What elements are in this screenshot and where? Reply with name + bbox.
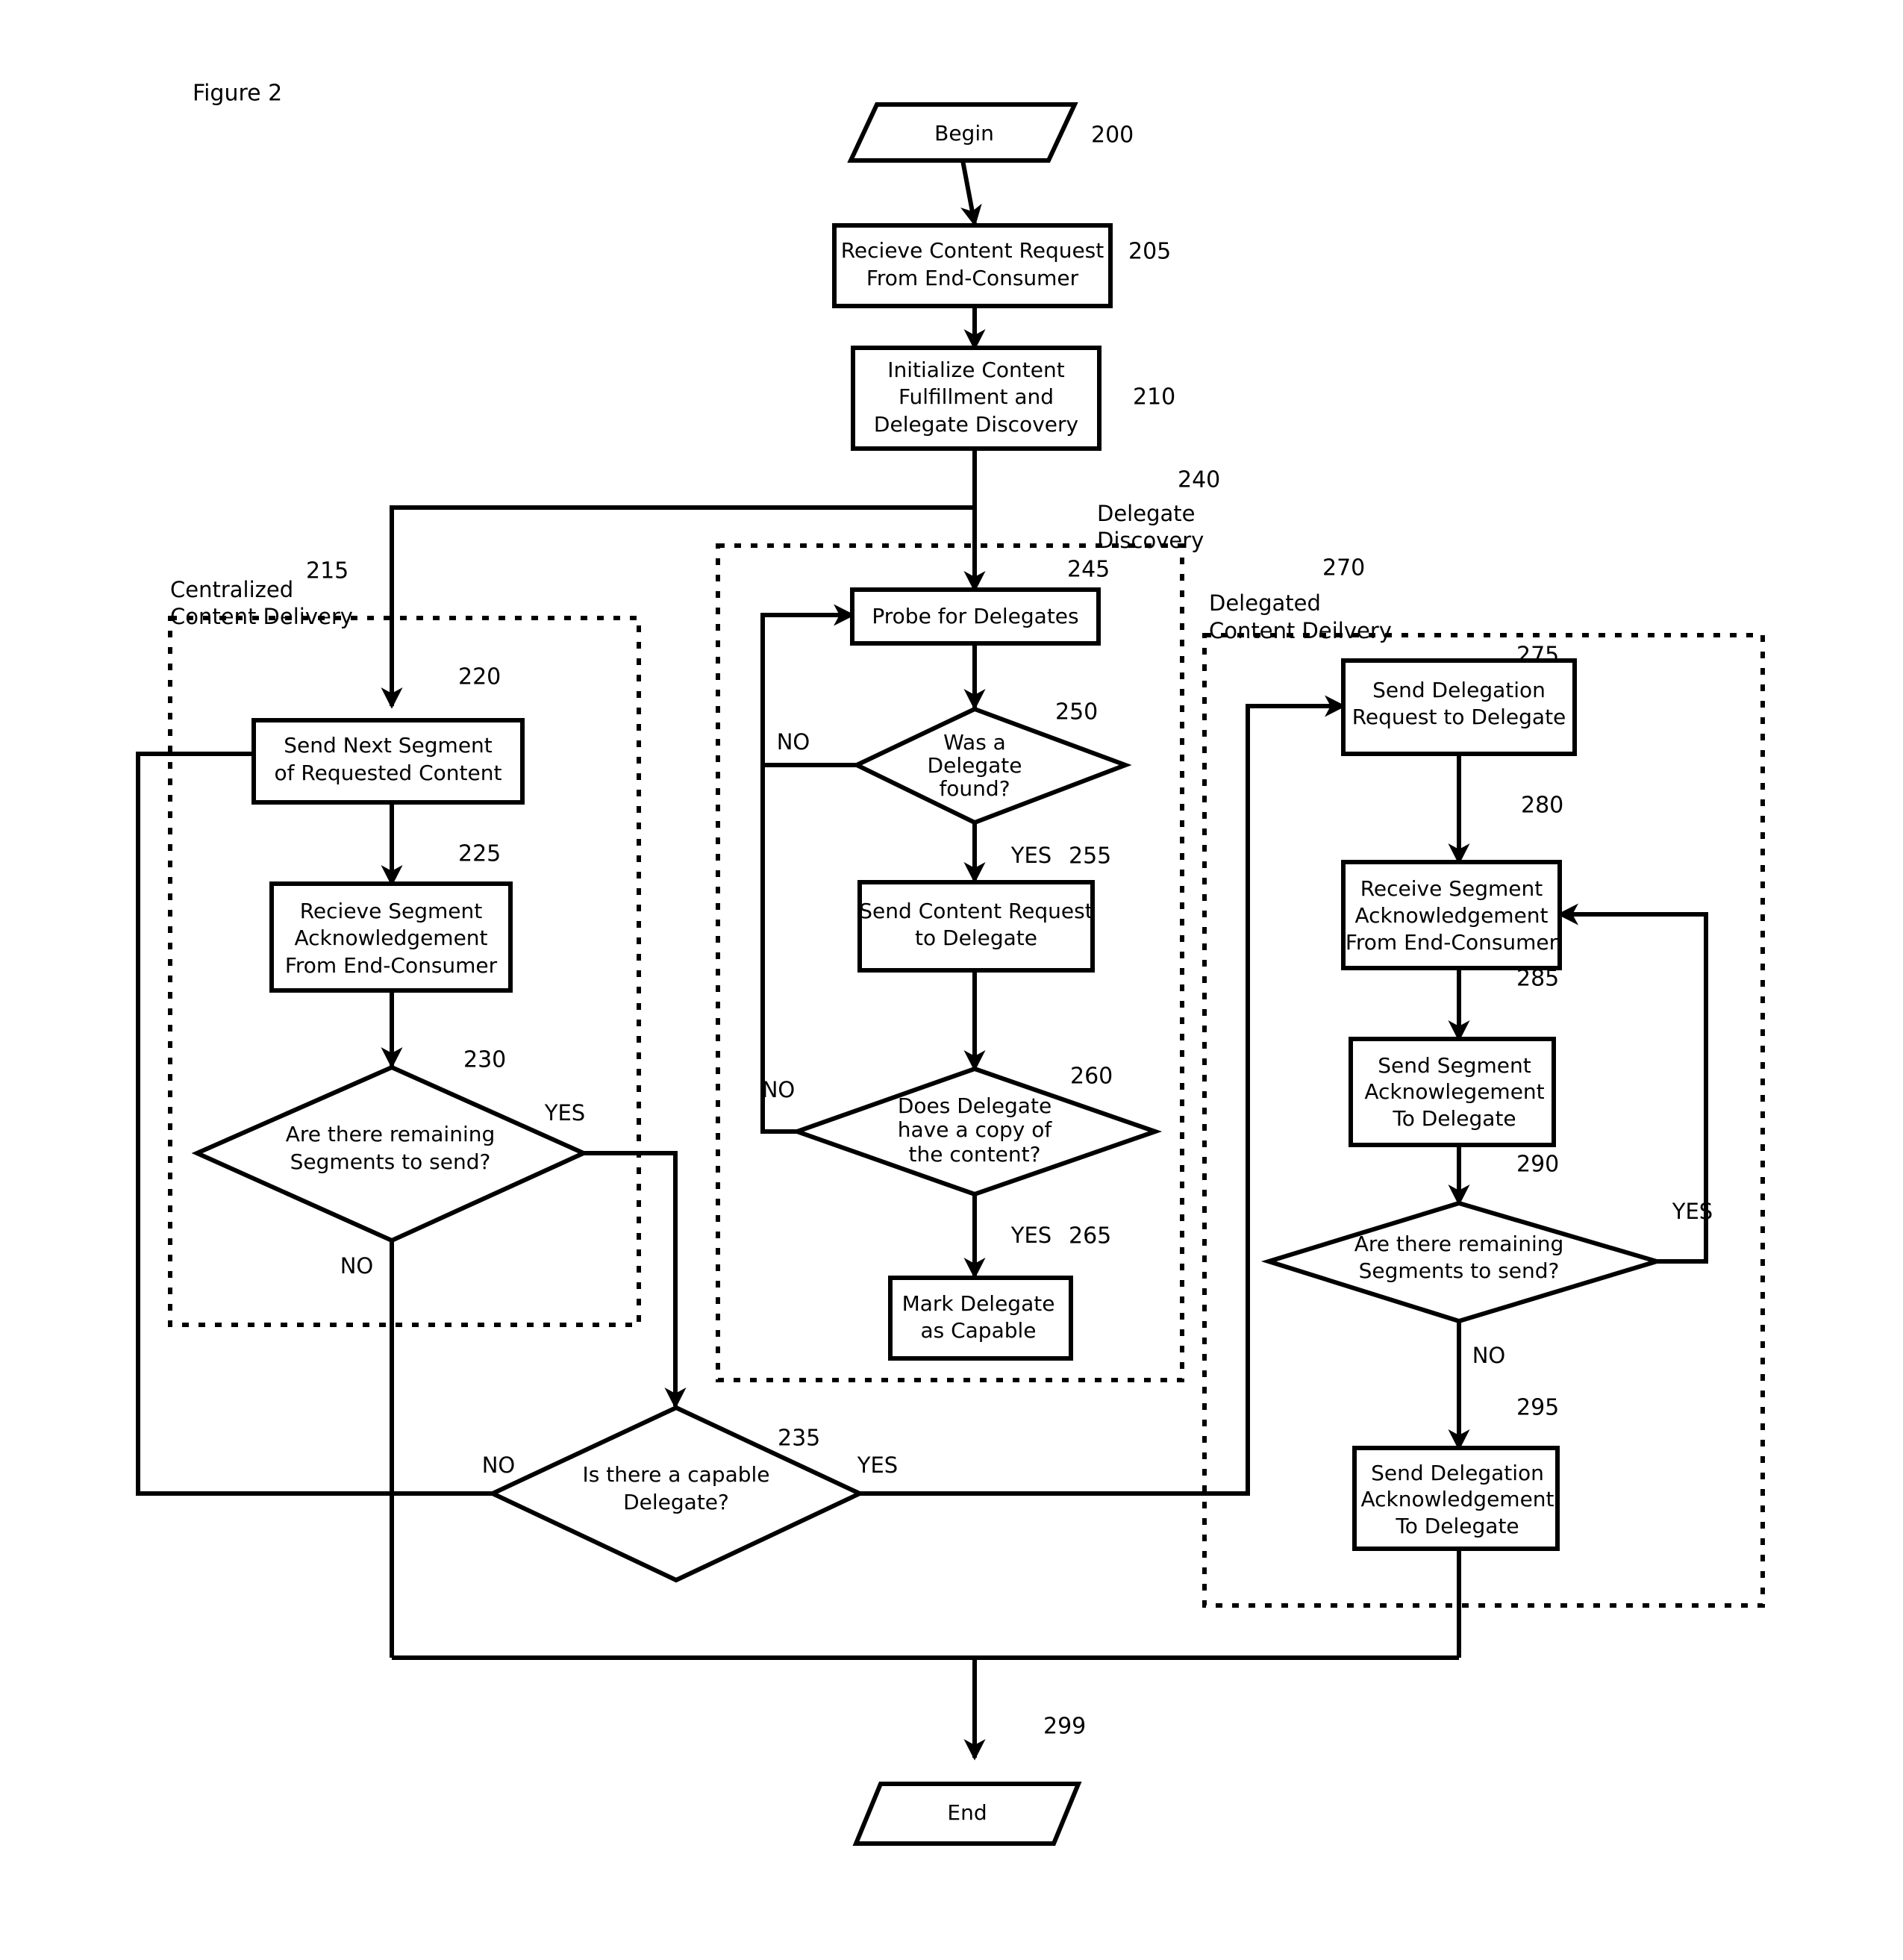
ref-299: 299 (1043, 1714, 1086, 1740)
ref-260: 260 (1070, 1064, 1113, 1090)
node-285-line2: Acknowlegement (1364, 1079, 1544, 1104)
group-label-centralized-line2: Content Delivery (170, 604, 353, 629)
node-235-line1: Is there a capable (582, 1462, 769, 1487)
group-label-delegated-line1: Delegated (1209, 590, 1321, 616)
ref-210: 210 (1133, 384, 1175, 411)
node-220-line1: Send Next Segment (284, 733, 493, 758)
node-285-line3: To Delegate (1392, 1106, 1516, 1131)
node-220[interactable]: Send Next Segment of Requested Content (251, 718, 525, 805)
group-label-discovery-line1: Delegate (1097, 501, 1195, 526)
node-275-line1: Send Delegation (1372, 678, 1546, 702)
node-210-line1: Initialize Content (887, 358, 1064, 382)
ref-235: 235 (778, 1426, 820, 1452)
node-250[interactable]: Was a Delegate found? (851, 706, 1132, 825)
node-250-line3: found? (939, 776, 1010, 801)
ref-205: 205 (1128, 239, 1171, 265)
node-255[interactable]: Send Content Request to Delegate (857, 880, 1095, 973)
node-245[interactable]: Probe for Delegates (850, 587, 1101, 646)
ref-290: 290 (1516, 1152, 1559, 1178)
branch-235-yes: YES (857, 1452, 898, 1478)
node-230-line2: Segments to send? (290, 1149, 491, 1174)
node-295[interactable]: Send Delegation Acknowledgement To Deleg… (1352, 1446, 1560, 1551)
branch-260-no: NO (762, 1077, 796, 1102)
node-250-line2: Delegate (928, 753, 1022, 778)
branch-250-no: NO (777, 729, 810, 755)
connector-begin-to-205 (960, 160, 982, 227)
connector-230-yes-to-235 (584, 1151, 687, 1409)
node-275[interactable]: Send Delegation Request to Delegate (1341, 658, 1577, 756)
node-280-line3: From End-Consumer (1346, 930, 1558, 955)
node-250-line1: Was a (943, 730, 1006, 755)
node-295-line3: To Delegate (1395, 1514, 1519, 1538)
node-280[interactable]: Receive Segment Acknowledgement From End… (1341, 860, 1562, 970)
ref-275: 275 (1516, 643, 1559, 669)
node-begin[interactable]: Begin (847, 102, 1078, 163)
group-label-centralized-line1: Centralized (170, 577, 293, 602)
node-235-line2: Delegate? (623, 1490, 729, 1514)
end-label: End (947, 1800, 987, 1825)
ref-220: 220 (458, 664, 501, 690)
begin-label: Begin (934, 121, 994, 146)
ref-265: 265 (1069, 1223, 1111, 1249)
node-225[interactable]: Recieve Segment Acknowledgement From End… (269, 881, 513, 993)
node-210[interactable]: Initialize Content Fulfillment and Deleg… (851, 346, 1102, 451)
node-210-line2: Fulfillment and (899, 384, 1054, 409)
node-265-line1: Mark Delegate (902, 1291, 1055, 1316)
node-225-line2: Acknowledgement (294, 926, 487, 950)
ref-240: 240 (1178, 467, 1220, 493)
node-265[interactable]: Mark Delegate as Capable (888, 1276, 1073, 1361)
node-290-line2: Segments to send? (1359, 1258, 1560, 1283)
node-260-line3: the content? (909, 1142, 1041, 1167)
node-260-line1: Does Delegate (898, 1093, 1052, 1118)
node-280-line1: Receive Segment (1360, 876, 1543, 901)
node-255-line1: Send Content Request (859, 899, 1093, 923)
branch-230-yes: YES (544, 1100, 585, 1126)
node-245-line1: Probe for Delegates (872, 604, 1078, 628)
ref-255: 255 (1069, 843, 1111, 870)
node-265-line2: as Capable (920, 1318, 1036, 1343)
node-205-line2: From End-Consumer (866, 266, 1079, 290)
ref-270: 270 (1322, 555, 1365, 581)
branch-290-yes: YES (1672, 1199, 1713, 1224)
node-210-line3: Delegate Discovery (874, 412, 1078, 437)
node-end[interactable]: End (852, 1782, 1082, 1846)
node-295-line2: Acknowledgement (1360, 1487, 1554, 1511)
ref-245: 245 (1067, 557, 1110, 583)
figure-title: Figure 2 (193, 81, 282, 107)
ref-280: 280 (1521, 793, 1563, 819)
branch-250-yes: YES (1010, 843, 1052, 868)
ref-200: 200 (1091, 122, 1134, 149)
node-290-line1: Are there remaining (1354, 1232, 1564, 1256)
ref-285: 285 (1516, 966, 1559, 992)
node-220-line2: of Requested Content (275, 761, 502, 785)
ref-215: 215 (306, 558, 349, 584)
node-280-line2: Acknowledgement (1354, 903, 1548, 928)
node-225-line1: Recieve Segment (300, 899, 483, 923)
node-285-line1: Send Segment (1378, 1053, 1531, 1078)
figure-canvas: Figure 2 Centralized Content Delivery 21… (0, 0, 1903, 1960)
node-255-line2: to Delegate (915, 926, 1037, 950)
group-label-discovery-line2: Discovery (1097, 528, 1204, 553)
ref-250: 250 (1055, 699, 1098, 725)
flowchart-svg: Figure 2 Centralized Content Delivery 21… (136, 81, 1765, 1846)
node-295-line1: Send Delegation (1371, 1461, 1544, 1485)
node-230[interactable]: Are there remaining Segments to send? (191, 1064, 590, 1243)
group-label-delegated-line2: Content Deilvery (1209, 618, 1392, 643)
branch-230-no: NO (340, 1253, 374, 1279)
node-290[interactable]: Are there remaining Segments to send? (1260, 1200, 1665, 1324)
ref-295: 295 (1516, 1395, 1559, 1421)
node-205[interactable]: Recieve Content Request From End-Consume… (832, 223, 1113, 308)
ref-225: 225 (458, 841, 501, 867)
node-205-line1: Recieve Content Request (841, 238, 1104, 263)
branch-290-no: NO (1472, 1343, 1506, 1368)
node-285[interactable]: Send Segment Acknowlegement To Delegate (1349, 1037, 1556, 1147)
node-230-line1: Are there remaining (286, 1122, 496, 1146)
node-260-line2: have a copy of (898, 1117, 1053, 1142)
node-225-line3: From End-Consumer (285, 953, 498, 978)
node-275-line2: Request to Delegate (1352, 705, 1566, 729)
branch-235-no: NO (482, 1452, 516, 1478)
branch-260-yes: YES (1010, 1223, 1052, 1248)
ref-230: 230 (463, 1047, 506, 1073)
